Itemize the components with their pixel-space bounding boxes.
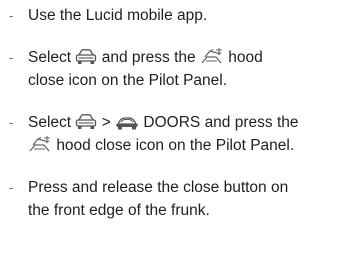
bullet-dash: - [9,8,14,23]
bullet-dash: - [9,180,14,195]
list-item: - Press and release the close button on … [0,176,362,222]
step-text-line1: Press and release the close button on [28,179,289,196]
step-text-line2: the front edge of the frunk. [28,202,210,219]
instruction-list: - Use the Lucid mobile app. - Select and… [0,0,362,222]
step-text-prefix: Select [28,114,72,131]
bullet-dash: - [9,115,14,130]
step-text-middle: and press the [204,114,299,131]
doors-label: DOORS [143,114,201,131]
step-text-middle: and press the [101,49,196,66]
car-doors-icon [115,115,139,130]
step-text-line2: close icon on the Pilot Panel. [28,72,228,89]
step-text-prefix: Select [28,49,72,66]
hood-close-icon [28,136,52,153]
list-item: - Select > DOORS and press the hood clos… [0,111,362,157]
list-item: - Use the Lucid mobile app. [0,4,362,27]
bullet-dash: - [9,50,14,65]
step-text-suffix: hood [228,49,263,66]
vehicle-icon [75,113,97,130]
list-item: - Select and press the hood close icon o… [0,46,362,92]
vehicle-icon [75,48,97,65]
step-text: Use the Lucid mobile app. [28,7,208,24]
separator: > [101,114,111,131]
hood-close-icon [200,48,224,65]
step-text-suffix: hood close icon on the Pilot Panel. [56,137,295,154]
